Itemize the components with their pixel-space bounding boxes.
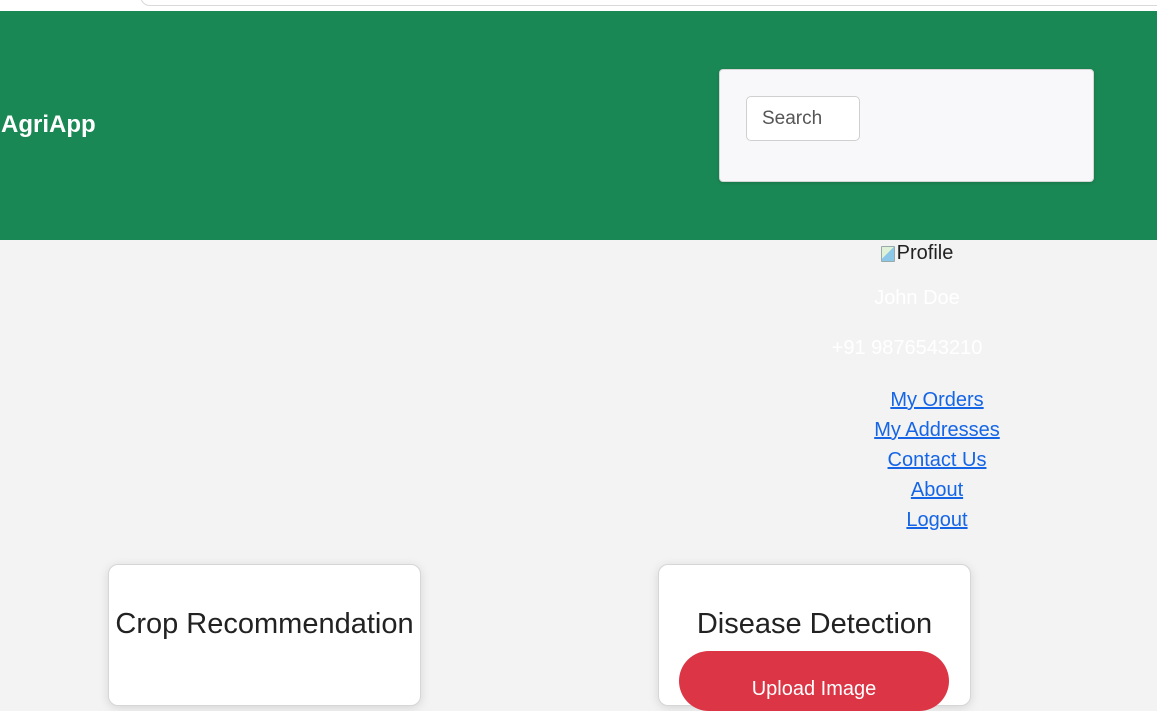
address-bar[interactable]	[140, 0, 1157, 6]
search-card	[719, 69, 1094, 182]
contact-us-link[interactable]: Contact Us	[800, 445, 1074, 475]
disease-detection-card: Disease Detection Upload Image	[658, 564, 971, 711]
profile-name: John Doe	[874, 287, 960, 309]
brand-logo-text[interactable]: AgriApp	[1, 111, 96, 139]
site-header: AgriApp	[0, 11, 1157, 240]
profile-image: Profile	[880, 242, 954, 265]
card-title: Crop Recommendation	[115, 608, 414, 640]
search-input[interactable]	[746, 96, 860, 141]
account-menu: My Orders My Addresses Contact Us About …	[800, 385, 1074, 535]
broken-image-icon	[880, 245, 895, 262]
crop-recommendation-card[interactable]: Crop Recommendation	[108, 564, 421, 706]
my-orders-link[interactable]: My Orders	[800, 385, 1074, 415]
my-addresses-link[interactable]: My Addresses	[800, 415, 1074, 445]
about-link[interactable]: About	[800, 475, 1074, 505]
upload-image-button[interactable]: Upload Image	[679, 651, 949, 711]
profile-image-alt-text: Profile	[896, 242, 954, 264]
card-title: Disease Detection	[696, 608, 933, 640]
profile-phone: +91 9876543210	[831, 337, 983, 359]
browser-top-strip	[0, 0, 1157, 11]
logout-link[interactable]: Logout	[800, 505, 1074, 535]
profile-panel: Profile John Doe +91 9876543210	[780, 240, 1054, 359]
